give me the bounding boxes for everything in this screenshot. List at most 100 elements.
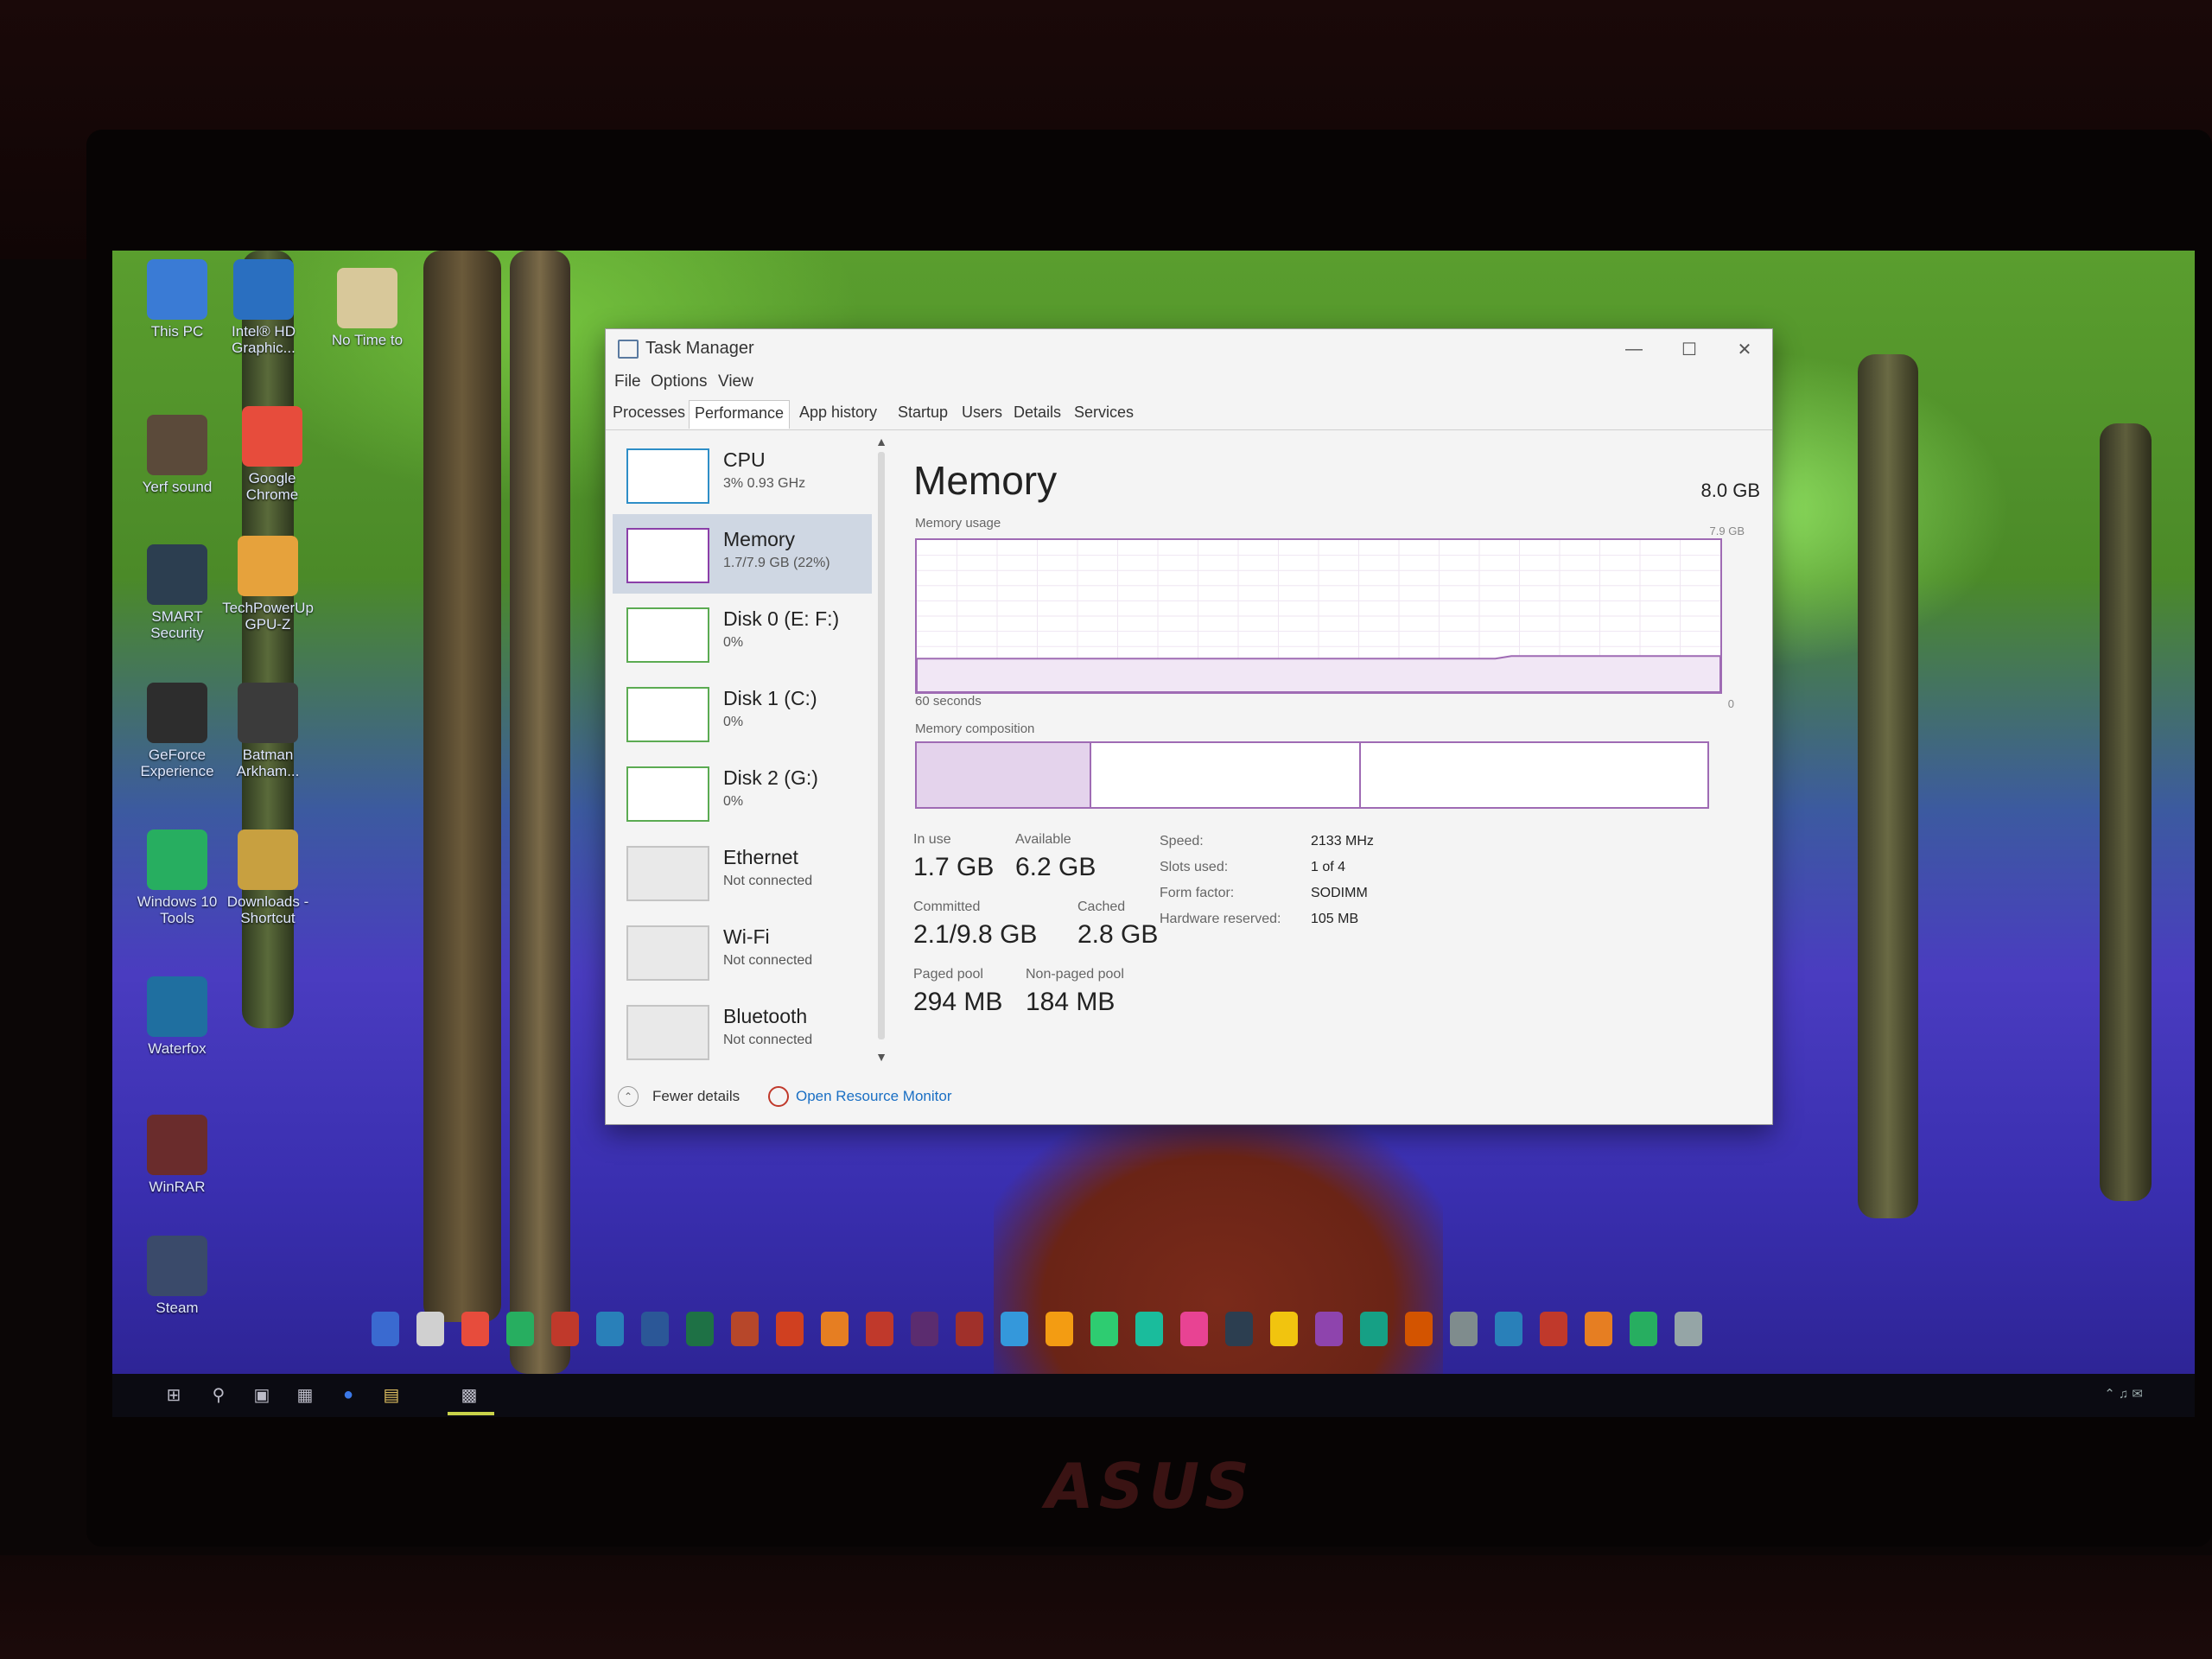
desktop-icon[interactable]: Yerf sound: [130, 415, 225, 495]
title-bar[interactable]: Task Manager — ☐ ✕: [606, 329, 1772, 367]
memory-detail-pane: Memory 8.0 GB Memory usage 7.9 GB 60 sec…: [913, 435, 1760, 1057]
desktop-icon[interactable]: Waterfox: [130, 976, 225, 1057]
search-icon[interactable]: ⚲: [207, 1384, 230, 1405]
desktop-icon-label: Windows 10 Tools: [137, 893, 218, 926]
dock-app-icon[interactable]: [731, 1312, 759, 1346]
edge-icon[interactable]: ●: [337, 1384, 359, 1405]
dock-app-icon[interactable]: [911, 1312, 938, 1346]
dock-app-icon[interactable]: [372, 1312, 399, 1346]
scroll-thumb[interactable]: [878, 452, 885, 1039]
scroll-down-icon[interactable]: ▼: [875, 1050, 887, 1064]
dock-app-icon[interactable]: [1270, 1312, 1298, 1346]
resource-bluetooth[interactable]: Bluetooth Not connected: [613, 991, 872, 1065]
disk-thumbnail: [626, 607, 709, 663]
menu-view[interactable]: View: [718, 372, 753, 391]
chevron-up-icon[interactable]: ⌃: [618, 1086, 639, 1107]
resource-disk-1[interactable]: Disk 1 (C:) 0%: [613, 673, 872, 753]
resource-ethernet[interactable]: Ethernet Not connected: [613, 832, 872, 912]
resource-cpu[interactable]: CPU 3% 0.93 GHz: [613, 435, 872, 514]
resource-wifi[interactable]: Wi-Fi Not connected: [613, 912, 872, 991]
dock-app-icon[interactable]: [641, 1312, 669, 1346]
desktop-icon[interactable]: SMART Security: [130, 544, 225, 641]
tab-bar: Processes Performance App history Startu…: [606, 398, 1772, 430]
resource-disk-2[interactable]: Disk 2 (G:) 0%: [613, 753, 872, 832]
tab-users[interactable]: Users: [958, 404, 1006, 422]
desktop-icon[interactable]: This PC: [130, 259, 225, 340]
fewer-details-link[interactable]: Fewer details: [652, 1088, 740, 1105]
resource-name: Memory: [723, 528, 796, 550]
dock-app-icon[interactable]: [1135, 1312, 1163, 1346]
tab-app-history[interactable]: App history: [796, 404, 880, 422]
task-manager-window[interactable]: Task Manager — ☐ ✕ File Options View Pro…: [605, 328, 1773, 1125]
dock-app-icon[interactable]: [551, 1312, 579, 1346]
tab-details[interactable]: Details: [1010, 404, 1065, 422]
desktop-icon-label: GeForce Experience: [140, 747, 214, 779]
menu-options[interactable]: Options: [651, 372, 707, 391]
batman-icon: [238, 683, 298, 743]
dock-app-icon[interactable]: [1225, 1312, 1253, 1346]
desktop-icon[interactable]: GeForce Experience: [130, 683, 225, 779]
folder-icon: [337, 268, 397, 328]
task-manager-taskbar-icon[interactable]: ▩: [458, 1384, 480, 1405]
dock-app-icon[interactable]: [1585, 1312, 1612, 1346]
available-value: 6.2 GB: [1015, 853, 1096, 881]
dock-app-icon[interactable]: [1001, 1312, 1028, 1346]
globe-icon: [147, 830, 207, 890]
desktop-icon[interactable]: No Time to: [320, 268, 415, 348]
dock-app-icon[interactable]: [416, 1312, 444, 1346]
dock-app-icon[interactable]: [596, 1312, 624, 1346]
tab-performance[interactable]: Performance: [689, 400, 791, 429]
desktop-icon[interactable]: Steam: [130, 1236, 225, 1316]
resource-disk-0[interactable]: Disk 0 (E: F:) 0%: [613, 594, 872, 673]
desktop-icon[interactable]: Batman Arkham...: [220, 683, 315, 779]
desktop-icon[interactable]: Google Chrome: [225, 406, 320, 503]
desktop-icon[interactable]: TechPowerUp GPU-Z: [220, 536, 315, 632]
tab-startup[interactable]: Startup: [894, 404, 951, 422]
dock-app-icon[interactable]: [1675, 1312, 1702, 1346]
start-icon[interactable]: ⊞: [162, 1384, 185, 1405]
resource-name: Wi-Fi: [723, 925, 770, 948]
dock-app-icon[interactable]: [1315, 1312, 1343, 1346]
dock-app-icon[interactable]: [956, 1312, 983, 1346]
dock-app-icon[interactable]: [776, 1312, 804, 1346]
tab-services[interactable]: Services: [1071, 404, 1137, 422]
resource-list-scrollbar[interactable]: ▲ ▼: [875, 435, 887, 1065]
file-explorer-icon[interactable]: ▤: [380, 1384, 403, 1405]
desktop-icon[interactable]: WinRAR: [130, 1115, 225, 1195]
dock-app-icon[interactable]: [866, 1312, 893, 1346]
security-icon: [147, 544, 207, 605]
scroll-up-icon[interactable]: ▲: [875, 435, 887, 448]
dock-app-icon[interactable]: [1180, 1312, 1208, 1346]
downloads-icon: [238, 830, 298, 890]
dock-app-icon[interactable]: [461, 1312, 489, 1346]
maximize-button[interactable]: ☐: [1663, 334, 1715, 364]
close-button[interactable]: ✕: [1719, 334, 1770, 364]
dock-app-icon[interactable]: [1630, 1312, 1657, 1346]
tab-processes[interactable]: Processes: [609, 404, 689, 422]
chrome-icon: [242, 406, 302, 467]
dock-app-icon[interactable]: [821, 1312, 849, 1346]
dock-app-icon[interactable]: [1090, 1312, 1118, 1346]
dock-app-icon[interactable]: [1540, 1312, 1567, 1346]
resource-name: Bluetooth: [723, 1005, 808, 1027]
dock-app-icon[interactable]: [1495, 1312, 1522, 1346]
dock-app-icon[interactable]: [506, 1312, 534, 1346]
store-icon[interactable]: ▦: [294, 1384, 316, 1405]
desktop-icon[interactable]: Downloads - Shortcut: [220, 830, 315, 926]
open-resource-monitor-link[interactable]: Open Resource Monitor: [796, 1088, 951, 1105]
desktop-icon[interactable]: Intel® HD Graphic...: [216, 259, 311, 356]
dock-app-icon[interactable]: [1046, 1312, 1073, 1346]
resource-memory[interactable]: Memory 1.7/7.9 GB (22%): [613, 514, 872, 594]
dock-app-icon[interactable]: [1405, 1312, 1433, 1346]
system-tray[interactable]: ⌃ ♫ ✉: [2104, 1386, 2143, 1402]
task-view-icon[interactable]: ▣: [251, 1384, 273, 1405]
dock-app-icon[interactable]: [1360, 1312, 1388, 1346]
wallpaper-tree: [510, 251, 570, 1374]
minimize-button[interactable]: —: [1608, 334, 1660, 364]
dock-app-icon[interactable]: [1450, 1312, 1478, 1346]
dock-app-icon[interactable]: [686, 1312, 714, 1346]
menu-file[interactable]: File: [614, 372, 641, 391]
hardware-reserved-value: 105 MB: [1311, 912, 1359, 926]
desktop-icon-label: Intel® HD Graphic...: [232, 323, 296, 356]
desktop-icon[interactable]: Windows 10 Tools: [130, 830, 225, 926]
